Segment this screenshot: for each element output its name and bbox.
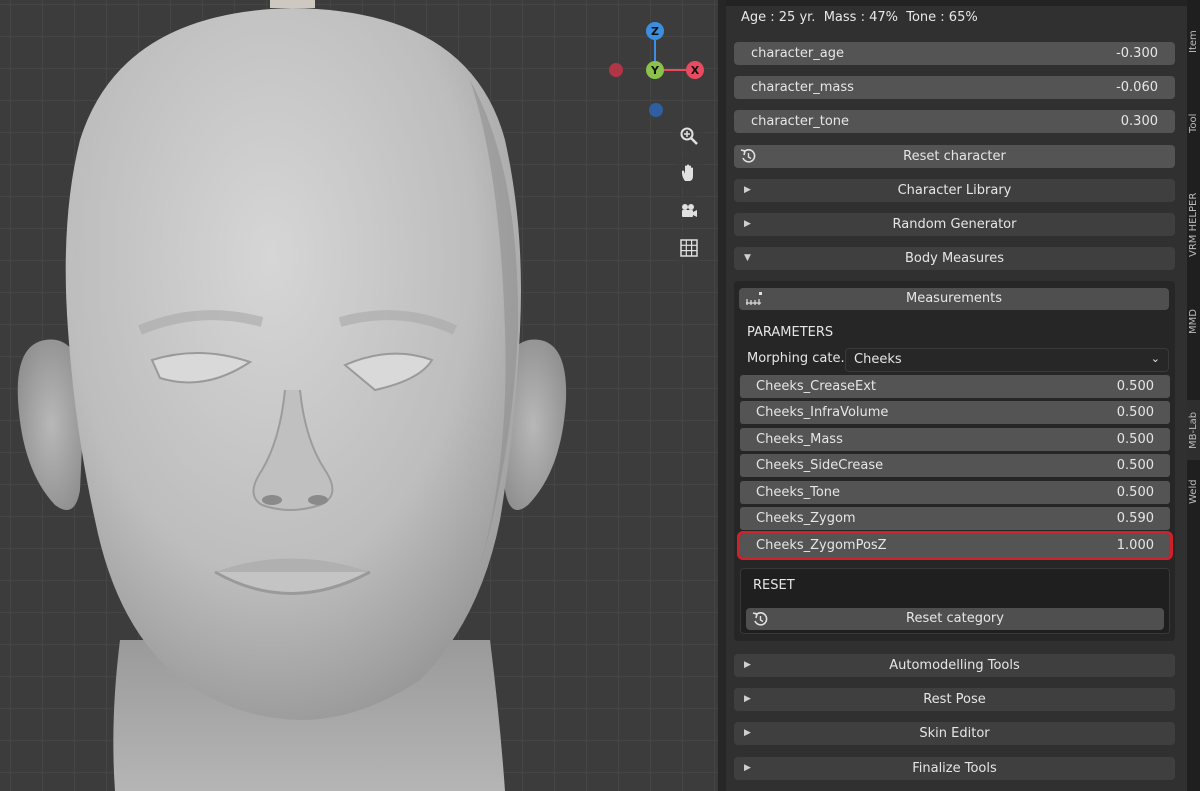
section-skin-editor[interactable]: ▶ Skin Editor bbox=[734, 722, 1175, 745]
collapsed-arrow-icon: ▶ bbox=[744, 660, 751, 670]
section-label: Skin Editor bbox=[919, 726, 990, 741]
tab-tool[interactable]: Tool bbox=[1187, 88, 1200, 158]
reset-icon bbox=[740, 149, 756, 163]
reset-subpanel: RESET Reset category bbox=[740, 568, 1170, 634]
morphing-category-select[interactable]: Cheeks ⌄ bbox=[845, 348, 1169, 372]
param-cheeks-sidecrease[interactable]: Cheeks_SideCrease 0.500 bbox=[740, 454, 1170, 477]
param-label: Cheeks_Mass bbox=[756, 432, 843, 447]
param-cheeks-infravolume[interactable]: Cheeks_InfraVolume 0.500 bbox=[740, 401, 1170, 424]
sidebar-tab-strip: Item Tool VRM HELPER MMD MB-Lab Weld bbox=[1187, 0, 1200, 791]
collapsed-arrow-icon: ▶ bbox=[744, 763, 751, 773]
param-value: 0.500 bbox=[1116, 432, 1154, 447]
collapsed-arrow-icon: ▶ bbox=[744, 728, 751, 738]
param-cheeks-zygom[interactable]: Cheeks_Zygom 0.590 bbox=[740, 507, 1170, 530]
hand-pan-icon bbox=[682, 164, 693, 181]
section-finalize-tools[interactable]: ▶ Finalize Tools bbox=[734, 757, 1175, 780]
gizmo-x-axis[interactable]: X bbox=[686, 61, 704, 79]
gizmo-z-label: Z bbox=[651, 24, 659, 38]
character-status-text: Age : 25 yr. Mass : 47% Tone : 65% bbox=[741, 10, 978, 25]
param-cheeks-zygomposz[interactable]: Cheeks_ZygomPosZ 1.000 bbox=[737, 531, 1173, 560]
param-cheeks-tone[interactable]: Cheeks_Tone 0.500 bbox=[740, 481, 1170, 504]
param-label: Cheeks_Tone bbox=[756, 485, 841, 500]
measurements-label: Measurements bbox=[905, 291, 1003, 306]
gizmo-x-line bbox=[664, 69, 686, 71]
param-label: Cheeks_CreaseExt bbox=[756, 379, 876, 394]
zoom-icon bbox=[680, 127, 698, 145]
character-mass-field[interactable]: character_mass -0.060 bbox=[734, 76, 1175, 99]
field-value: -0.060 bbox=[1116, 80, 1158, 95]
3d-viewport[interactable]: Z Y X bbox=[0, 0, 718, 791]
section-label: Random Generator bbox=[892, 217, 1017, 232]
grid-icon bbox=[680, 239, 698, 257]
param-label: Cheeks_ZygomPosZ bbox=[756, 538, 887, 553]
ortho-toggle-button[interactable] bbox=[672, 231, 706, 265]
character-tone-field[interactable]: character_tone 0.300 bbox=[734, 110, 1175, 133]
chevron-down-icon: ⌄ bbox=[1150, 352, 1160, 365]
area-divider[interactable] bbox=[718, 0, 726, 791]
tab-vrm-helper[interactable]: VRM HELPER bbox=[1187, 160, 1200, 290]
zoom-button[interactable] bbox=[672, 119, 706, 153]
parameters-heading: PARAMETERS bbox=[747, 325, 834, 340]
param-value: 1.000 bbox=[1116, 538, 1154, 553]
gizmo-y-label: Y bbox=[651, 63, 659, 77]
tab-item[interactable]: Item bbox=[1187, 2, 1200, 82]
field-value: -0.300 bbox=[1116, 46, 1158, 61]
sidebar-panel: Age : 25 yr. Mass : 47% Tone : 65% chara… bbox=[726, 0, 1187, 791]
param-value: 0.590 bbox=[1116, 511, 1154, 526]
gizmo-z-line bbox=[654, 40, 656, 62]
param-label: Cheeks_SideCrease bbox=[756, 458, 884, 473]
section-label: Automodelling Tools bbox=[889, 658, 1020, 673]
section-label: Rest Pose bbox=[923, 692, 986, 707]
collapsed-arrow-icon: ▶ bbox=[744, 694, 751, 704]
gizmo-neg-x-axis[interactable] bbox=[609, 63, 623, 77]
tab-mb-lab[interactable]: MB-Lab bbox=[1187, 400, 1200, 460]
field-label: character_mass bbox=[751, 80, 854, 95]
param-value: 0.500 bbox=[1116, 379, 1154, 394]
section-character-library[interactable]: ▶ Character Library bbox=[734, 179, 1175, 202]
body-measures-panel: Measurements PARAMETERS Morphing cate...… bbox=[734, 281, 1175, 641]
reset-icon bbox=[752, 612, 768, 626]
section-automodelling-tools[interactable]: ▶ Automodelling Tools bbox=[734, 654, 1175, 677]
section-random-generator[interactable]: ▶ Random Generator bbox=[734, 213, 1175, 236]
reset-category-button[interactable]: Reset category bbox=[746, 608, 1164, 630]
measure-ruler-icon bbox=[746, 292, 762, 305]
param-label: Cheeks_Zygom bbox=[756, 511, 856, 526]
section-label: Body Measures bbox=[905, 251, 1004, 266]
section-body-measures[interactable]: ▼ Body Measures bbox=[734, 247, 1175, 270]
section-rest-pose[interactable]: ▶ Rest Pose bbox=[734, 688, 1175, 711]
pan-button[interactable] bbox=[672, 156, 706, 190]
camera-icon bbox=[682, 204, 697, 217]
param-label: Cheeks_InfraVolume bbox=[756, 405, 889, 420]
collapsed-arrow-icon: ▶ bbox=[744, 219, 751, 229]
collapsed-arrow-icon: ▶ bbox=[744, 185, 751, 195]
param-cheeks-creaseext[interactable]: Cheeks_CreaseExt 0.500 bbox=[740, 375, 1170, 398]
reset-heading: RESET bbox=[753, 578, 795, 593]
param-value: 0.500 bbox=[1116, 458, 1154, 473]
tab-weld[interactable]: Weld bbox=[1187, 462, 1200, 522]
gizmo-neg-z-axis[interactable] bbox=[649, 103, 663, 117]
field-label: character_age bbox=[751, 46, 844, 61]
gizmo-y-axis[interactable]: Y bbox=[646, 61, 664, 79]
reset-character-button[interactable]: Reset character bbox=[734, 145, 1175, 168]
tab-mmd[interactable]: MMD bbox=[1187, 292, 1200, 352]
reset-character-label: Reset character bbox=[903, 149, 1006, 164]
gizmo-x-label: X bbox=[690, 63, 700, 77]
gizmo-z-axis[interactable]: Z bbox=[646, 22, 664, 40]
measurements-button[interactable]: Measurements bbox=[739, 288, 1169, 310]
morphing-category-label: Morphing cate... bbox=[747, 351, 853, 366]
panel-header-strip bbox=[726, 0, 1187, 6]
morphing-category-value: Cheeks bbox=[854, 352, 902, 367]
param-value: 0.500 bbox=[1116, 485, 1154, 500]
camera-view-button[interactable] bbox=[672, 194, 706, 228]
expanded-arrow-icon: ▼ bbox=[744, 253, 751, 263]
character-age-field[interactable]: character_age -0.300 bbox=[734, 42, 1175, 65]
reset-category-label: Reset category bbox=[906, 611, 1004, 626]
field-value: 0.300 bbox=[1120, 114, 1158, 129]
section-label: Finalize Tools bbox=[912, 761, 997, 776]
head-model bbox=[17, 0, 567, 791]
param-value: 0.500 bbox=[1116, 405, 1154, 420]
field-label: character_tone bbox=[751, 114, 850, 129]
param-cheeks-mass[interactable]: Cheeks_Mass 0.500 bbox=[740, 428, 1170, 451]
section-label: Character Library bbox=[897, 183, 1012, 198]
